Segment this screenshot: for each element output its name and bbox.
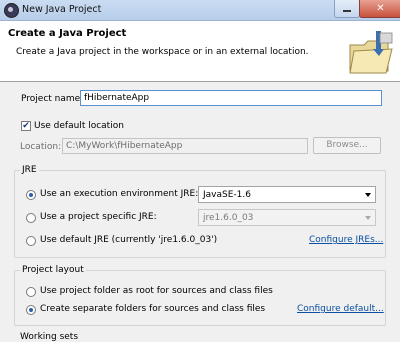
layout-option-root-label: Use project folder as root for sources a… xyxy=(40,286,273,296)
execution-env-value: JavaSE-1.6 xyxy=(203,190,251,200)
location-input[interactable]: C:\MyWork\fHibernateApp xyxy=(62,138,308,154)
layout-option-separate-radio[interactable] xyxy=(26,305,36,315)
wizard-description: Create a Java project in the workspace o… xyxy=(16,47,309,57)
jre-option-execution-env-radio[interactable] xyxy=(26,190,36,200)
project-specific-jre-combo[interactable]: jre1.6.0_03 xyxy=(198,209,376,226)
close-button[interactable]: ✕ xyxy=(359,0,400,18)
jre-option-default-label: Use default JRE (currently 'jre1.6.0_03'… xyxy=(40,235,218,245)
project-name-input[interactable]: fHibernateApp xyxy=(80,90,382,106)
configure-default-link[interactable]: Configure default... xyxy=(297,304,384,314)
jre-option-project-specific-radio[interactable] xyxy=(26,213,36,223)
eclipse-icon xyxy=(4,3,19,18)
chevron-down-icon xyxy=(365,193,371,197)
location-label: Location: xyxy=(20,142,62,152)
browse-button[interactable]: Browse... xyxy=(313,137,381,154)
project-specific-jre-value: jre1.6.0_03 xyxy=(203,213,254,223)
jre-group-title: JRE xyxy=(20,165,39,175)
use-default-location-label: Use default location xyxy=(34,121,124,131)
jre-option-default-radio[interactable] xyxy=(26,236,36,246)
project-layout-group-title: Project layout xyxy=(20,265,86,275)
execution-env-combo[interactable]: JavaSE-1.6 xyxy=(198,186,376,203)
layout-option-separate-label: Create separate folders for sources and … xyxy=(40,304,266,314)
project-name-label: Project name: xyxy=(21,94,84,104)
working-sets-group-title: Working sets xyxy=(20,332,79,342)
window-title: New Java Project xyxy=(22,4,102,15)
project-layout-group xyxy=(14,270,386,326)
wizard-heading: Create a Java Project xyxy=(8,28,127,39)
jre-option-project-specific-label: Use a project specific JRE: xyxy=(40,212,157,222)
chevron-down-icon xyxy=(365,216,371,220)
java-project-folder-icon xyxy=(349,31,393,74)
title-bar: New Java Project ✕ xyxy=(0,0,400,21)
minimize-button[interactable] xyxy=(334,0,360,18)
layout-option-root-radio[interactable] xyxy=(26,287,36,297)
use-default-location-checkbox[interactable]: ✔ xyxy=(21,121,31,131)
jre-option-execution-env-label: Use an execution environment JRE: xyxy=(40,189,199,199)
wizard-banner: Create a Java Project Create a Java proj… xyxy=(0,21,400,82)
configure-jres-link[interactable]: Configure JREs... xyxy=(309,235,383,245)
